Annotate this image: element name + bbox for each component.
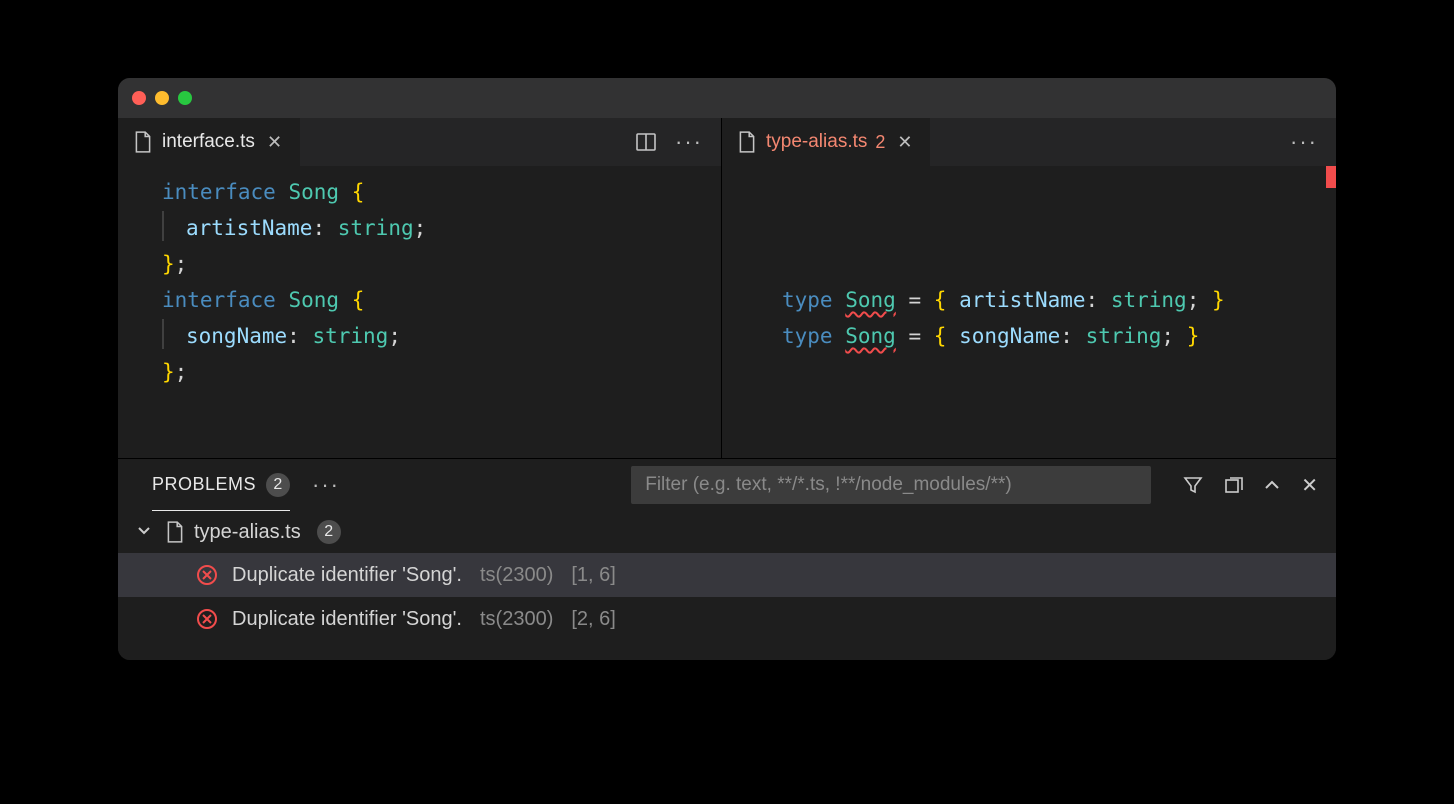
problems-tab-label: PROBLEMS: [152, 474, 256, 495]
tab-interface-ts[interactable]: interface.ts ✕: [118, 118, 301, 166]
chevron-down-icon[interactable]: [136, 522, 156, 543]
error-icon: [196, 564, 218, 586]
problems-panel-header: PROBLEMS 2 ··· ✕: [118, 459, 1336, 511]
close-tab-icon[interactable]: ✕: [265, 132, 284, 153]
problem-row[interactable]: Duplicate identifier 'Song'. ts(2300) [2, …: [118, 597, 1336, 641]
split-editor-icon[interactable]: [635, 131, 657, 153]
problems-file-row[interactable]: type-alias.ts 2: [118, 511, 1336, 553]
more-actions-icon[interactable]: ···: [1290, 129, 1318, 155]
minimap-error-marker[interactable]: [1326, 166, 1336, 188]
problems-tab[interactable]: PROBLEMS 2: [152, 459, 290, 511]
problem-code: ts(2300): [480, 564, 553, 587]
zoom-window-button[interactable]: [178, 91, 192, 105]
problems-count-badge: 2: [266, 473, 290, 497]
file-icon: [738, 131, 756, 153]
tab-error-count: 2: [875, 132, 885, 153]
tab-actions-right: ···: [1290, 118, 1336, 166]
problems-file-count: 2: [317, 520, 341, 544]
problem-location: [2, 6]: [571, 608, 615, 631]
close-tab-icon[interactable]: ✕: [895, 132, 914, 153]
problem-message: Duplicate identifier 'Song'.: [232, 608, 462, 631]
problem-message: Duplicate identifier 'Song'.: [232, 564, 462, 587]
tab-filename: type-alias.ts: [766, 131, 867, 153]
editor-pane-right: type-alias.ts 2 ✕ ··· type Song = { arti…: [721, 118, 1336, 458]
code-editor-right[interactable]: type Song = { artistName: string; }type …: [722, 166, 1336, 354]
problems-panel: PROBLEMS 2 ··· ✕: [118, 458, 1336, 660]
panel-actions: ✕: [1183, 473, 1318, 498]
problem-row[interactable]: Duplicate identifier 'Song'. ts(2300) [1, …: [118, 553, 1336, 597]
chevron-up-icon[interactable]: [1263, 476, 1281, 494]
file-icon: [166, 521, 184, 543]
more-actions-icon[interactable]: ···: [675, 129, 703, 155]
close-window-button[interactable]: [132, 91, 146, 105]
close-panel-icon[interactable]: ✕: [1301, 473, 1318, 498]
tab-type-alias-ts[interactable]: type-alias.ts 2 ✕: [722, 118, 931, 166]
tabbar-right: type-alias.ts 2 ✕ ···: [722, 118, 1336, 166]
editor-pane-left: interface.ts ✕ ··· interface Song {artis…: [118, 118, 721, 458]
problems-tree: type-alias.ts 2 Duplicate identifier 'So…: [118, 511, 1336, 660]
more-panels-icon[interactable]: ···: [312, 472, 340, 498]
problem-location: [1, 6]: [571, 564, 615, 587]
code-editor-left[interactable]: interface Song {artistName: string;};int…: [118, 166, 721, 390]
filter-icon[interactable]: [1183, 475, 1203, 495]
problems-file-name: type-alias.ts: [194, 521, 301, 544]
editor-split: interface.ts ✕ ··· interface Song {artis…: [118, 118, 1336, 458]
tab-actions-left: ···: [635, 118, 721, 166]
problems-filter-input[interactable]: [631, 466, 1151, 504]
tab-filename: interface.ts: [162, 131, 255, 153]
file-icon: [134, 131, 152, 153]
titlebar: [118, 78, 1336, 118]
error-icon: [196, 608, 218, 630]
collapse-all-icon[interactable]: [1223, 475, 1243, 495]
editor-window: interface.ts ✕ ··· interface Song {artis…: [118, 78, 1336, 660]
minimize-window-button[interactable]: [155, 91, 169, 105]
problem-code: ts(2300): [480, 608, 553, 631]
tabbar-left: interface.ts ✕ ···: [118, 118, 721, 166]
